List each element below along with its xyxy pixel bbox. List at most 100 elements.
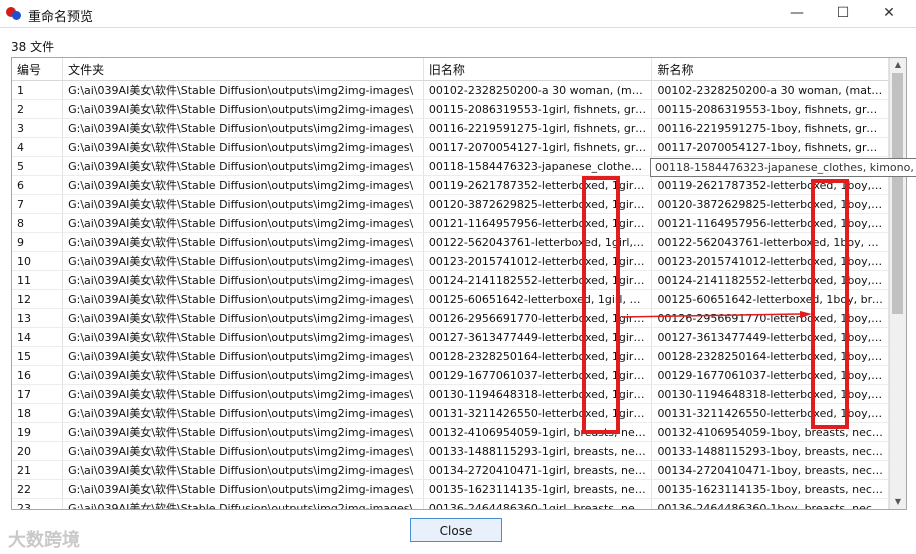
app-icon — [6, 5, 22, 21]
table-row[interactable]: 16 G:\ai\039AI美女\软件\Stable Diffusion\outp… — [12, 365, 889, 385]
table-row[interactable]: 11 G:\ai\039AI美女\软件\Stable Diffusion\outp… — [12, 270, 889, 290]
cell-number: 21 — [12, 460, 64, 480]
cell-number: 3 — [12, 118, 64, 138]
cell-number: 6 — [12, 175, 64, 195]
cell-folder: G:\ai\039AI美女\软件\Stable Diffusion\output… — [62, 80, 424, 100]
cell-new-name: 00129-1677061037-letterboxed, 1boy, br..… — [651, 365, 889, 385]
cell-new-name: 00125-60651642-letterboxed, 1boy, brea..… — [651, 289, 889, 309]
cell-folder: G:\ai\039AI美女\软件\Stable Diffusion\output… — [62, 156, 424, 176]
scrollbar-thumb[interactable] — [892, 73, 903, 314]
cell-number: 9 — [12, 232, 64, 252]
cell-folder: G:\ai\039AI美女\软件\Stable Diffusion\output… — [62, 365, 424, 385]
cell-new-name: 00128-2328250164-letterboxed, 1boy, br..… — [651, 346, 889, 366]
table-row[interactable]: 8 G:\ai\039AI美女\软件\Stable Diffusion\outpu… — [12, 213, 889, 233]
cell-folder: G:\ai\039AI美女\软件\Stable Diffusion\output… — [62, 327, 424, 347]
table-header-row: 编号 文件夹 旧名称 新名称 — [12, 58, 889, 81]
scroll-up-arrow-icon[interactable]: ▲ — [890, 58, 906, 72]
scroll-down-arrow-icon[interactable]: ▼ — [890, 495, 906, 509]
maximize-button[interactable]: ☐ — [820, 0, 866, 27]
table-row[interactable]: 1 G:\ai\039AI美女\软件\Stable Diffusion\outpu… — [12, 80, 889, 100]
table-row[interactable]: 22 G:\ai\039AI美女\软件\Stable Diffusion\outp… — [12, 479, 889, 499]
cell-number: 13 — [12, 308, 64, 328]
cell-folder: G:\ai\039AI美女\软件\Stable Diffusion\output… — [62, 289, 424, 309]
cell-folder: G:\ai\039AI美女\软件\Stable Diffusion\output… — [62, 403, 424, 423]
cell-folder: G:\ai\039AI美女\软件\Stable Diffusion\output… — [62, 498, 424, 509]
table-row[interactable]: 18 G:\ai\039AI美女\软件\Stable Diffusion\outp… — [12, 403, 889, 423]
cell-new-name: 00123-2015741012-letterboxed, 1boy, br..… — [651, 251, 889, 271]
file-count-label: 38 文件 — [11, 40, 55, 54]
cell-old-name: 00117-2070054127-1girl, fishnets, green … — [423, 137, 653, 157]
cell-number: 17 — [12, 384, 64, 404]
table-row[interactable]: 23 G:\ai\039AI美女\软件\Stable Diffusion\outp… — [12, 498, 889, 509]
cell-old-name: 00116-2219591275-1girl, fishnets, green … — [423, 118, 653, 138]
close-button[interactable]: Close — [410, 518, 502, 542]
cell-folder: G:\ai\039AI美女\软件\Stable Diffusion\output… — [62, 384, 424, 404]
column-header-folder[interactable]: 文件夹 — [62, 58, 424, 81]
window-title: 重命名预览 — [28, 10, 94, 25]
cell-number: 8 — [12, 213, 64, 233]
cell-new-name: 00121-1164957956-letterboxed, 1boy, br..… — [651, 213, 889, 233]
cell-new-name: 00120-3872629825-letterboxed, 1boy, br..… — [651, 194, 889, 214]
cell-old-name: 00118-1584476323-japanese_clothes, kim..… — [423, 156, 653, 176]
cell-folder: G:\ai\039AI美女\软件\Stable Diffusion\output… — [62, 479, 424, 499]
cell-folder: G:\ai\039AI美女\软件\Stable Diffusion\output… — [62, 460, 424, 480]
title-bar: 重命名预览 — ☐ ✕ — [0, 0, 916, 28]
table-row[interactable]: 6 G:\ai\039AI美女\软件\Stable Diffusion\outpu… — [12, 175, 889, 195]
cell-new-name: 00115-2086319553-1boy, fishnets, green..… — [651, 99, 889, 119]
tooltip: 00118-1584476323-japanese_clothes, kimon… — [650, 158, 916, 177]
cell-old-name: 00133-1488115293-1girl, breasts, necklac… — [423, 441, 653, 461]
cell-folder: G:\ai\039AI美女\软件\Stable Diffusion\output… — [62, 118, 424, 138]
column-header-old-name[interactable]: 旧名称 — [423, 58, 653, 81]
table-row[interactable]: 9 G:\ai\039AI美女\软件\Stable Diffusion\outpu… — [12, 232, 889, 252]
cell-new-name: 00133-1488115293-1boy, breasts, neckla..… — [651, 441, 889, 461]
table-row[interactable]: 17 G:\ai\039AI美女\软件\Stable Diffusion\outp… — [12, 384, 889, 404]
table-row[interactable]: 7 G:\ai\039AI美女\软件\Stable Diffusion\outpu… — [12, 194, 889, 214]
table-row[interactable]: 20 G:\ai\039AI美女\软件\Stable Diffusion\outp… — [12, 441, 889, 461]
cell-folder: G:\ai\039AI美女\软件\Stable Diffusion\output… — [62, 251, 424, 271]
table-row[interactable]: 12 G:\ai\039AI美女\软件\Stable Diffusion\outp… — [12, 289, 889, 309]
cell-folder: G:\ai\039AI美女\软件\Stable Diffusion\output… — [62, 137, 424, 157]
cell-folder: G:\ai\039AI美女\软件\Stable Diffusion\output… — [62, 346, 424, 366]
cell-number: 16 — [12, 365, 64, 385]
minimize-button[interactable]: — — [774, 0, 820, 27]
watermark-logo: 大数跨境 — [8, 530, 80, 551]
cell-new-name: 00131-3211426550-letterboxed, 1boy, br..… — [651, 403, 889, 423]
cell-number: 1 — [12, 80, 64, 100]
cell-folder: G:\ai\039AI美女\软件\Stable Diffusion\output… — [62, 270, 424, 290]
table-row[interactable]: 21 G:\ai\039AI美女\软件\Stable Diffusion\outp… — [12, 460, 889, 480]
table-row[interactable]: 10 G:\ai\039AI美女\软件\Stable Diffusion\outp… — [12, 251, 889, 271]
highlight-box-new — [811, 179, 849, 429]
cell-folder: G:\ai\039AI美女\软件\Stable Diffusion\output… — [62, 232, 424, 252]
cell-folder: G:\ai\039AI美女\软件\Stable Diffusion\output… — [62, 99, 424, 119]
arrow-icon — [622, 311, 812, 318]
cell-old-name: 00102-2328250200-a 30 woman, (mature... — [423, 80, 653, 100]
table-row[interactable]: 3 G:\ai\039AI美女\软件\Stable Diffusion\outpu… — [12, 118, 889, 138]
cell-number: 7 — [12, 194, 64, 214]
cell-number: 2 — [12, 99, 64, 119]
cell-folder: G:\ai\039AI美女\软件\Stable Diffusion\output… — [62, 213, 424, 233]
cell-new-name: 00134-2720410471-1boy, breasts, neckla..… — [651, 460, 889, 480]
cell-old-name: 00134-2720410471-1girl, breasts, necklac… — [423, 460, 653, 480]
table-row[interactable]: 14 G:\ai\039AI美女\软件\Stable Diffusion\outp… — [12, 327, 889, 347]
cell-new-name: 00102-2328250200-a 30 woman, (mature... — [651, 80, 889, 100]
rename-preview-table[interactable]: 编号 文件夹 旧名称 新名称 1 G:\ai\039AI美女\软件\Stable … — [11, 57, 907, 510]
column-header-new-name[interactable]: 新名称 — [651, 58, 889, 81]
cell-folder: G:\ai\039AI美女\软件\Stable Diffusion\output… — [62, 194, 424, 214]
cell-new-name: 00136-2464486360-1boy, breasts, neckla..… — [651, 498, 889, 509]
cell-new-name: 00130-1194648318-letterboxed, 1boy, br..… — [651, 384, 889, 404]
cell-number: 14 — [12, 327, 64, 347]
cell-new-name: 00127-3613477449-letterboxed, 1boy, br..… — [651, 327, 889, 347]
column-header-number[interactable]: 编号 — [12, 58, 64, 81]
table-row[interactable]: 15 G:\ai\039AI美女\软件\Stable Diffusion\outp… — [12, 346, 889, 366]
table-row[interactable]: 19 G:\ai\039AI美女\软件\Stable Diffusion\outp… — [12, 422, 889, 442]
table-row[interactable]: 4 G:\ai\039AI美女\软件\Stable Diffusion\outpu… — [12, 137, 889, 157]
cell-folder: G:\ai\039AI美女\软件\Stable Diffusion\output… — [62, 441, 424, 461]
vertical-scrollbar[interactable]: ▲ ▼ — [889, 58, 906, 509]
cell-folder: G:\ai\039AI美女\软件\Stable Diffusion\output… — [62, 175, 424, 195]
cell-number: 18 — [12, 403, 64, 423]
cell-new-name: 00132-4106954059-1boy, breasts, neckla..… — [651, 422, 889, 442]
cell-number: 19 — [12, 422, 64, 442]
close-window-button[interactable]: ✕ — [866, 0, 912, 27]
table-row[interactable]: 2 G:\ai\039AI美女\软件\Stable Diffusion\outpu… — [12, 99, 889, 119]
cell-folder: G:\ai\039AI美女\软件\Stable Diffusion\output… — [62, 308, 424, 328]
